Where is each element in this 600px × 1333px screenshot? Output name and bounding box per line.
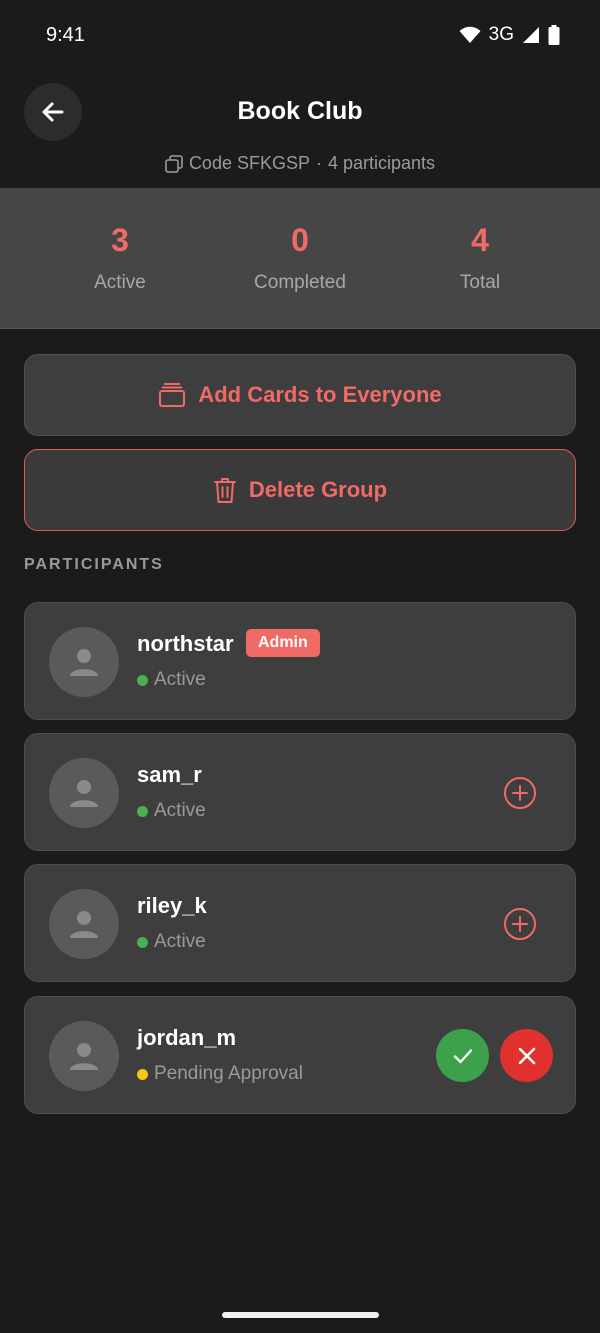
add-cards-button[interactable]: Add Cards to Everyone	[24, 354, 576, 436]
signal-icon	[523, 27, 539, 43]
participants-heading: PARTICIPANTS	[24, 556, 164, 573]
participant-name: riley_k	[137, 893, 207, 918]
status-dot	[137, 805, 148, 817]
status-dot	[137, 936, 148, 948]
subtitle-separator: ·	[316, 153, 322, 173]
battery-icon	[548, 25, 560, 45]
page-title: Book Club	[237, 97, 363, 125]
trash-icon	[213, 478, 236, 503]
wifi-icon	[459, 26, 481, 43]
check-icon	[453, 1048, 472, 1063]
close-icon	[518, 1047, 535, 1064]
stat-total-value: 4	[471, 222, 489, 258]
participant-card-riley-k: riley_k Active	[24, 864, 576, 982]
participant-count: 4 participants	[328, 153, 436, 173]
add-cards-participant-icon[interactable]	[503, 907, 537, 941]
group-subtitle: Code SFKGSP · 4 participants	[0, 153, 600, 174]
participant-card-sam-r: sam_r Active	[24, 733, 576, 851]
copy-icon[interactable]	[165, 154, 183, 173]
status-icons: 3G	[459, 24, 560, 46]
avatar	[49, 627, 119, 697]
stat-active-value: 3	[111, 222, 129, 258]
participant-name: northstar	[137, 631, 234, 656]
participant-status: Active	[137, 669, 206, 691]
status-dot	[137, 1068, 148, 1080]
participant-status: Active	[137, 931, 206, 953]
avatar	[49, 889, 119, 959]
person-icon	[70, 1043, 98, 1070]
participant-status-label: Active	[154, 931, 206, 952]
approve-button[interactable]	[436, 1029, 489, 1082]
stat-completed-value: 0	[291, 222, 309, 258]
participant-status: Pending Approval	[137, 1063, 303, 1085]
avatar	[49, 758, 119, 828]
status-time: 9:41	[46, 24, 85, 46]
stat-active-label: Active	[94, 272, 146, 293]
person-icon	[70, 911, 98, 938]
participant-status: Active	[137, 800, 206, 822]
participant-status-label: Active	[154, 800, 206, 821]
participant-name: sam_r	[137, 762, 202, 787]
group-header: Book Club Code SFKGSP · 4 participants	[0, 70, 600, 188]
stat-total-label: Total	[459, 272, 501, 293]
reject-button[interactable]	[500, 1029, 553, 1082]
admin-badge: Admin	[246, 629, 320, 657]
participant-name: jordan_m	[137, 1025, 237, 1050]
participant-card-jordan-m: jordan_m Pending Approval	[24, 996, 576, 1114]
participant-card-northstar: northstar Admin Active	[24, 602, 576, 720]
participant-status-label: Active	[154, 669, 206, 690]
stats-panel: 3 Active 0 Completed 4 Total	[0, 188, 600, 329]
delete-group-label: Delete Group	[248, 477, 388, 502]
network-type: 3G	[488, 24, 514, 45]
home-indicator[interactable]	[222, 1312, 379, 1318]
status-bar: 9:41 3G	[0, 0, 600, 70]
status-dot	[137, 674, 148, 686]
cards-stack-icon	[159, 383, 186, 407]
avatar	[49, 1021, 119, 1091]
delete-group-button[interactable]: Delete Group	[24, 449, 576, 531]
person-icon	[70, 780, 98, 807]
group-code[interactable]: Code SFKGSP	[189, 153, 310, 174]
add-cards-label: Add Cards to Everyone	[198, 382, 442, 407]
participant-status-label: Pending Approval	[154, 1063, 303, 1084]
add-cards-participant-icon[interactable]	[503, 776, 537, 810]
stat-completed-label: Completed	[254, 272, 346, 293]
person-icon	[70, 649, 98, 676]
